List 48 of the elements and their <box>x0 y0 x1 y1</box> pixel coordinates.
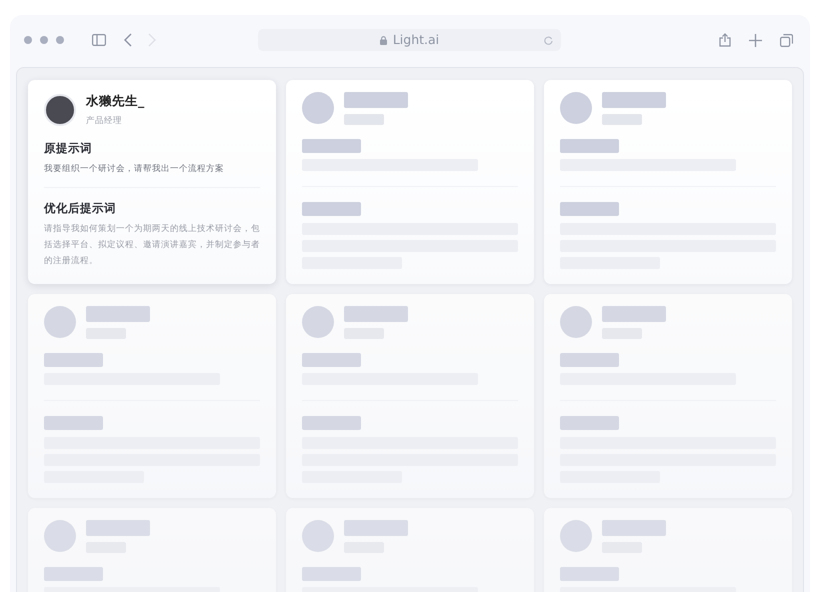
placeholder-bar <box>560 353 619 367</box>
placeholder-bar <box>86 306 150 322</box>
avatar-placeholder <box>44 94 76 126</box>
section-text: 请指导我如何策划一个为期两天的线上技术研讨会，包括选择平台、拟定议程、邀请演讲嘉宾，并制定参与者的注册流程。 <box>44 223 260 268</box>
new-tab-icon[interactable] <box>749 34 762 46</box>
section-text: 我要组织一个研讨会，请帮我出一个流程方案 <box>44 162 225 176</box>
placeholder-bar <box>44 567 103 581</box>
address-bar[interactable]: Light.ai <box>258 29 561 51</box>
section-heading: 优化后提示词 <box>44 200 117 217</box>
url-text: Light.ai <box>392 30 440 49</box>
placeholder-bar <box>344 520 408 536</box>
lock-icon <box>380 36 387 44</box>
avatar-placeholder <box>560 306 592 338</box>
back-icon[interactable] <box>124 33 132 47</box>
reload-icon[interactable] <box>544 36 553 44</box>
share-icon[interactable] <box>719 33 731 47</box>
avatar-placeholder <box>560 520 592 552</box>
avatar-placeholder <box>560 92 592 124</box>
placeholder-bar <box>302 139 361 153</box>
placeholder-bar <box>302 567 361 581</box>
avatar-placeholder <box>302 306 334 338</box>
placeholder-bar <box>44 353 103 367</box>
avatar-placeholder <box>302 520 334 552</box>
author-role: 产品经理 <box>86 114 123 128</box>
placeholder-bar <box>344 92 408 108</box>
placeholder-bar <box>560 139 619 153</box>
placeholder-bar <box>302 416 361 430</box>
section-heading: 原提示词 <box>44 140 93 156</box>
placeholder-bar <box>302 353 361 367</box>
placeholder-bar <box>344 114 384 125</box>
placeholder-bar <box>44 416 103 430</box>
placeholder-bar <box>560 567 619 581</box>
placeholder-bar <box>560 202 619 216</box>
avatar-placeholder <box>44 306 76 338</box>
placeholder-bar <box>302 202 361 216</box>
placeholder-bar <box>602 114 642 125</box>
placeholder-bar <box>602 306 666 322</box>
avatar-placeholder <box>44 520 76 552</box>
placeholder-bar <box>86 520 150 536</box>
author-name: 水獭先生_ <box>86 92 144 110</box>
placeholder-bar <box>560 416 619 430</box>
window-controls[interactable] <box>24 36 64 44</box>
placeholder-bar <box>602 92 666 108</box>
sidebar-icon[interactable] <box>92 34 106 46</box>
avatar-placeholder <box>302 92 334 124</box>
tabs-icon[interactable] <box>780 34 793 46</box>
placeholder-bar <box>602 520 666 536</box>
placeholder-bar <box>344 306 408 322</box>
